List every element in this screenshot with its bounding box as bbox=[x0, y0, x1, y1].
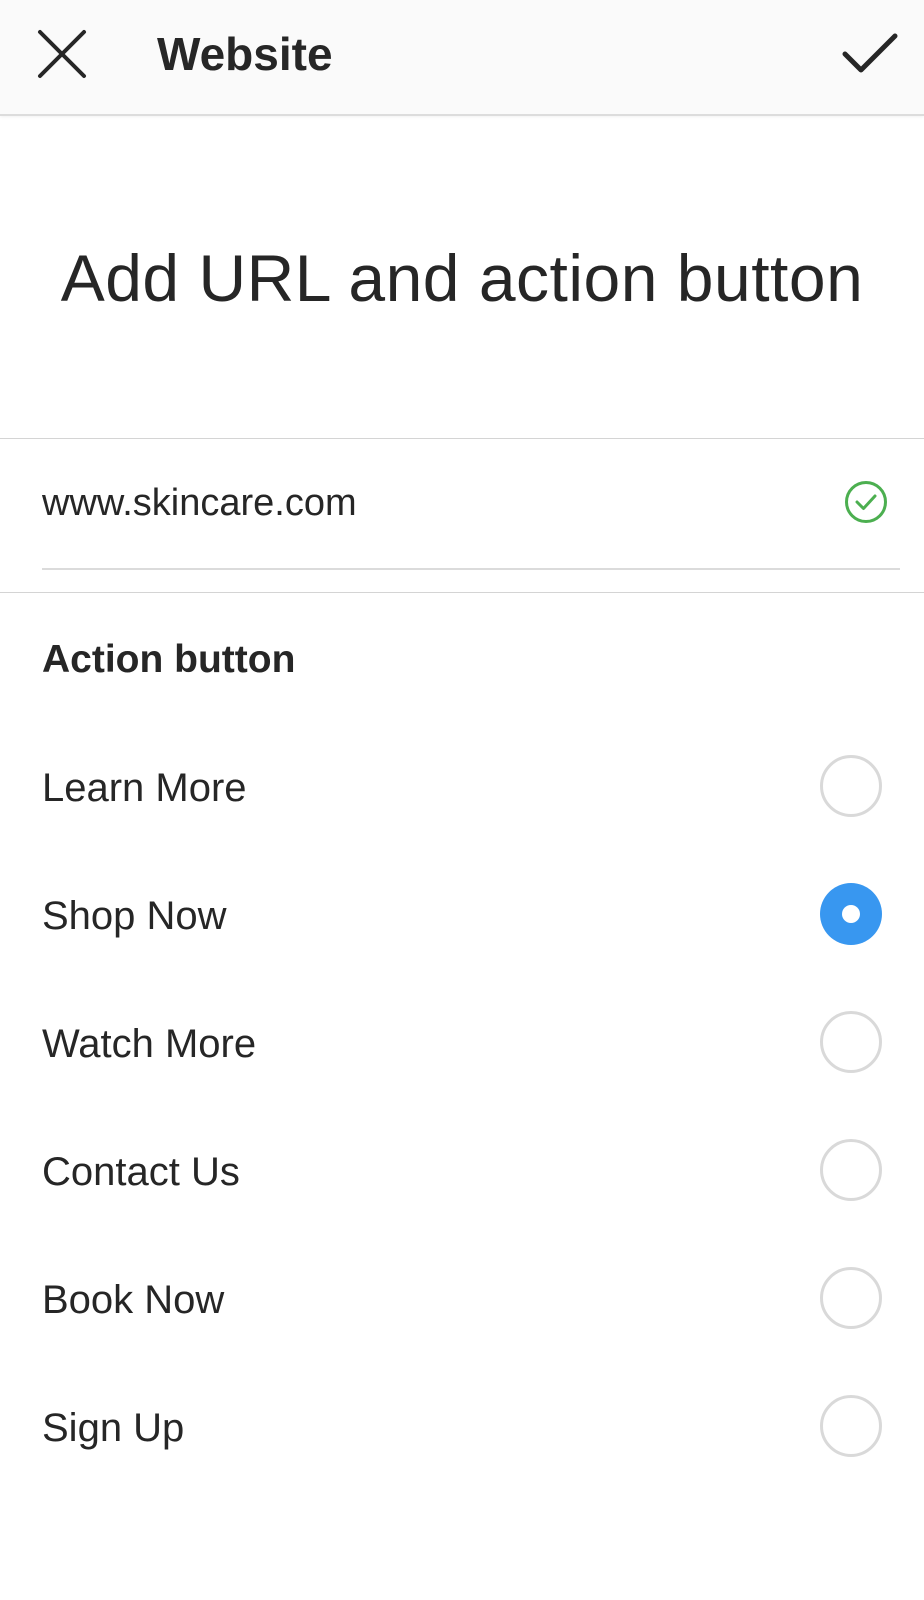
radio-dot bbox=[842, 905, 860, 923]
divider bbox=[0, 438, 924, 439]
done-button[interactable] bbox=[830, 14, 910, 94]
app-bar: Website bbox=[0, 0, 924, 116]
radio-button[interactable] bbox=[820, 755, 882, 817]
url-underline bbox=[42, 568, 900, 570]
close-button[interactable] bbox=[22, 14, 102, 94]
action-button-section-label: Action button bbox=[42, 638, 296, 681]
option-label: Sign Up bbox=[42, 1406, 185, 1450]
website-url-input[interactable] bbox=[42, 468, 822, 538]
checkmark-icon bbox=[842, 33, 898, 73]
option-sign-up[interactable]: Sign Up bbox=[0, 1363, 924, 1491]
page-title: Website bbox=[157, 28, 333, 80]
url-row bbox=[42, 468, 900, 570]
option-book-now[interactable]: Book Now bbox=[0, 1235, 924, 1363]
option-label: Watch More bbox=[42, 1022, 257, 1066]
check-circle-icon bbox=[845, 481, 887, 523]
divider bbox=[0, 592, 924, 593]
radio-button-selected[interactable] bbox=[820, 883, 882, 945]
option-shop-now[interactable]: Shop Now bbox=[0, 851, 924, 979]
radio-button[interactable] bbox=[820, 1267, 882, 1329]
radio-button[interactable] bbox=[820, 1139, 882, 1201]
option-label: Shop Now bbox=[42, 894, 227, 938]
radio-button[interactable] bbox=[820, 1011, 882, 1073]
page-heading: Add URL and action button bbox=[60, 241, 864, 315]
option-label: Book Now bbox=[42, 1278, 225, 1322]
option-contact-us[interactable]: Contact Us bbox=[0, 1107, 924, 1235]
option-learn-more[interactable]: Learn More bbox=[0, 723, 924, 851]
option-label: Learn More bbox=[42, 766, 247, 810]
radio-button[interactable] bbox=[820, 1395, 882, 1457]
close-icon bbox=[38, 30, 86, 78]
option-label: Contact Us bbox=[42, 1150, 240, 1194]
option-watch-more[interactable]: Watch More bbox=[0, 979, 924, 1107]
